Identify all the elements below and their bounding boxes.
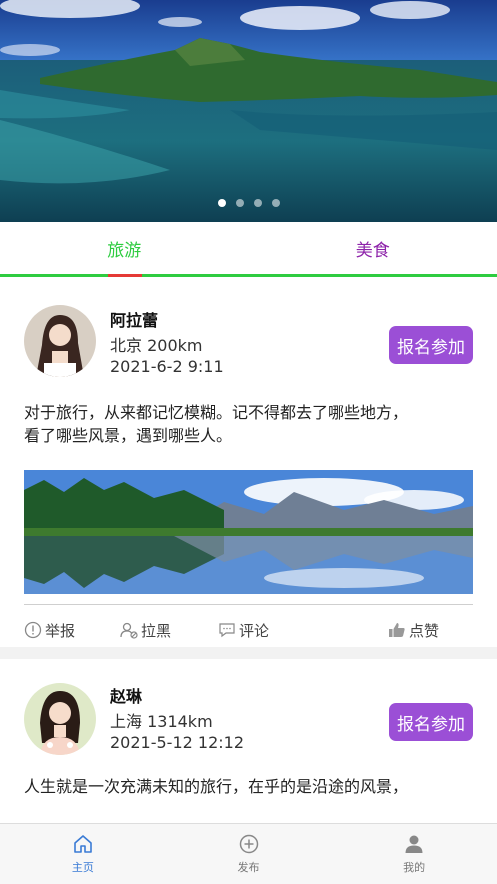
bottom-nav: 主页 发布 我的 — [0, 823, 497, 884]
tab-travel-label: 旅游 — [107, 236, 141, 261]
banner-image — [0, 0, 497, 222]
carousel-dot[interactable] — [254, 199, 262, 207]
divider — [24, 604, 473, 605]
post-date: 2021-6-2 9:11 — [110, 357, 224, 376]
carousel-dot[interactable] — [272, 199, 280, 207]
join-button[interactable]: 报名参加 — [389, 703, 473, 741]
carousel-dots — [0, 199, 497, 207]
thumbs-up-icon — [388, 621, 406, 639]
report-button[interactable]: 举报 — [24, 620, 120, 641]
nav-publish-label: 发布 — [238, 859, 260, 875]
nav-profile-label: 我的 — [403, 859, 425, 875]
post-content: 人生就是一次充满未知的旅行，在乎的是沿途的风景， — [24, 775, 473, 798]
like-button[interactable]: 点赞 — [388, 620, 439, 641]
block-user-icon — [120, 621, 138, 639]
nav-profile[interactable]: 我的 — [331, 824, 497, 884]
report-label: 举报 — [45, 620, 75, 641]
post-content: 对于旅行，从来都记忆模糊。记不得都去了哪些地方， 看了哪些风景，遇到哪些人。 — [24, 401, 473, 447]
user-location: 北京 200km — [110, 332, 202, 356]
post-actions: 举报 拉黑 评论 — [24, 615, 473, 645]
post-date: 2021-5-12 12:12 — [110, 733, 244, 752]
user-name[interactable]: 阿拉蕾 — [110, 307, 158, 331]
home-icon — [72, 833, 94, 855]
user-icon — [403, 833, 425, 855]
join-button[interactable]: 报名参加 — [389, 326, 473, 364]
tab-travel[interactable]: 旅游 — [0, 222, 249, 274]
post-feed[interactable]: 阿拉蕾 北京 200km 2021-6-2 9:11 报名参加 对于旅行，从来都… — [0, 277, 497, 823]
post-card: 赵琳 上海 1314km 2021-5-12 12:12 报名参加 人生就是一次… — [0, 659, 497, 823]
tab-food[interactable]: 美食 — [249, 222, 497, 274]
block-label: 拉黑 — [141, 620, 171, 641]
tab-food-label: 美食 — [356, 236, 390, 261]
user-name[interactable]: 赵琳 — [110, 683, 142, 707]
post-content-line: 人生就是一次充满未知的旅行，在乎的是沿途的风景， — [24, 775, 473, 798]
avatar[interactable] — [24, 683, 96, 755]
user-location: 上海 1314km — [110, 708, 213, 732]
post-image[interactable] — [24, 470, 473, 594]
block-button[interactable]: 拉黑 — [120, 620, 218, 641]
post-card: 阿拉蕾 北京 200km 2021-6-2 9:11 报名参加 对于旅行，从来都… — [0, 277, 497, 647]
comment-label: 评论 — [239, 620, 269, 641]
avatar[interactable] — [24, 305, 96, 377]
post-content-line: 看了哪些风景，遇到哪些人。 — [24, 424, 473, 447]
post-content-line: 对于旅行，从来都记忆模糊。记不得都去了哪些地方， — [24, 401, 473, 424]
carousel-dot[interactable] — [236, 199, 244, 207]
plus-circle-icon — [238, 833, 260, 855]
like-label: 点赞 — [409, 620, 439, 641]
nav-home-label: 主页 — [72, 859, 94, 875]
banner-carousel[interactable] — [0, 0, 497, 222]
category-tabs: 旅游 美食 — [0, 222, 497, 277]
carousel-dot[interactable] — [218, 199, 226, 207]
comment-button[interactable]: 评论 — [218, 620, 388, 641]
comment-icon — [218, 621, 236, 639]
nav-home[interactable]: 主页 — [0, 824, 166, 884]
nav-publish[interactable]: 发布 — [166, 824, 332, 884]
report-icon — [24, 621, 42, 639]
